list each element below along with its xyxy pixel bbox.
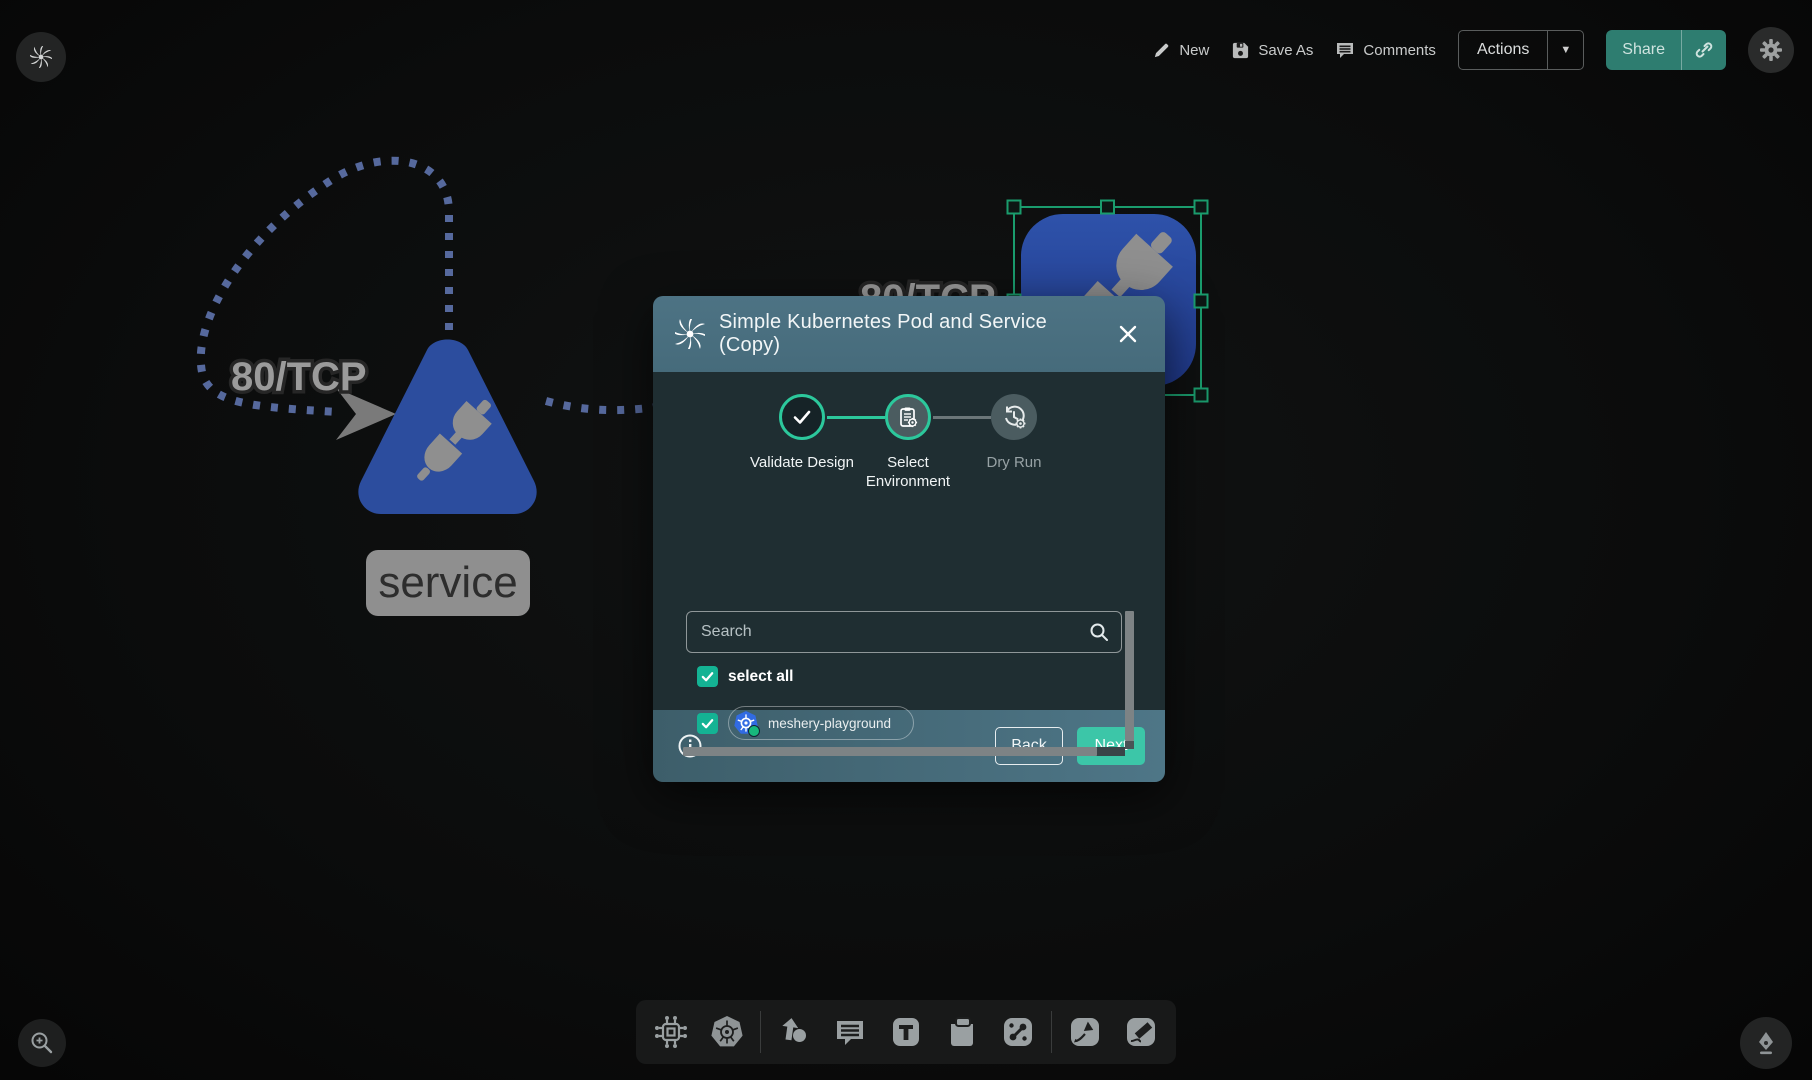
stepper: Validate Design Select Environment Dry R…	[653, 394, 1165, 524]
select-all-checkbox[interactable]	[697, 666, 718, 687]
pen-nib-icon	[1753, 1030, 1779, 1056]
step-connector-done	[827, 416, 885, 419]
vertical-scrollbar-track	[1125, 741, 1134, 749]
dock-divider	[1051, 1011, 1052, 1053]
history-gear-icon	[1001, 404, 1027, 430]
environment-search	[686, 611, 1122, 653]
text-icon	[888, 1014, 924, 1050]
dock-shapes-button[interactable]	[771, 1009, 817, 1055]
step-label-dry-run: Dry Run	[959, 454, 1069, 473]
dock-pen-button[interactable]	[1062, 1009, 1108, 1055]
kubernetes-icon	[708, 1013, 746, 1051]
share-link-button[interactable]	[1681, 30, 1726, 70]
step-dry-run[interactable]	[991, 394, 1037, 440]
comment-icon	[1335, 40, 1355, 60]
search-input[interactable]	[686, 611, 1122, 653]
zoom-in-icon	[29, 1030, 55, 1056]
comments-label: Comments	[1363, 42, 1436, 59]
kubernetes-avatar	[733, 710, 759, 736]
close-icon	[1117, 323, 1139, 345]
comment-icon	[832, 1014, 868, 1050]
search-icon	[1088, 621, 1110, 643]
shapes-icon	[776, 1014, 812, 1050]
caret-down-icon[interactable]: ▼	[1547, 31, 1583, 69]
search-icon-button[interactable]	[1088, 621, 1110, 648]
status-dot	[748, 725, 760, 737]
new-label: New	[1179, 42, 1209, 59]
port-label-left: 80/TCP	[231, 355, 367, 399]
pen-icon	[1067, 1014, 1103, 1050]
pencil-icon	[1152, 41, 1171, 60]
next-button[interactable]: Next	[1077, 727, 1145, 765]
dock-text-button[interactable]	[883, 1009, 929, 1055]
step-connector-pending	[933, 416, 991, 419]
sketch-icon	[1123, 1014, 1159, 1050]
image-icon	[944, 1014, 980, 1050]
gear-icon	[1759, 38, 1783, 62]
relationship-icon	[1000, 1014, 1036, 1050]
save-as-label: Save As	[1258, 42, 1313, 59]
service-node[interactable]	[358, 340, 536, 515]
checkmark-icon	[700, 716, 715, 731]
select-all-label: select all	[728, 668, 794, 686]
zoom-in-button[interactable]	[18, 1019, 66, 1067]
horizontal-scrollbar[interactable]	[683, 747, 1097, 756]
select-all-row: select all	[697, 666, 794, 687]
svg-text:service: service	[378, 558, 517, 607]
dock-sketch-button[interactable]	[1118, 1009, 1164, 1055]
new-button[interactable]: New	[1152, 41, 1209, 60]
back-button[interactable]: Back	[995, 727, 1063, 765]
settings-button[interactable]	[1748, 27, 1794, 73]
component-browser-icon	[653, 1014, 689, 1050]
step-label-validate-design: Validate Design	[747, 454, 857, 473]
environment-checkbox[interactable]	[697, 713, 718, 734]
actions-label: Actions	[1459, 31, 1547, 69]
modal-header: Simple Kubernetes Pod and Service (Copy)	[653, 296, 1165, 372]
dock-comment-button[interactable]	[827, 1009, 873, 1055]
top-toolbar: New Save As Comments Actions ▼ Share	[1152, 28, 1794, 72]
share-label: Share	[1606, 30, 1681, 70]
deploy-modal: Simple Kubernetes Pod and Service (Copy)	[653, 296, 1165, 782]
clipboard-gear-icon	[896, 405, 920, 429]
dock-kubernetes-button[interactable]	[704, 1009, 750, 1055]
close-button[interactable]	[1113, 319, 1143, 349]
dock-divider	[760, 1011, 761, 1053]
step-label-select-environment: Select Environment	[853, 454, 963, 492]
modal-body: Validate Design Select Environment Dry R…	[653, 372, 1165, 710]
environment-row: meshery-playground	[697, 706, 914, 740]
dock-image-button[interactable]	[939, 1009, 985, 1055]
horizontal-scrollbar-track	[683, 747, 1125, 756]
step-validate-design[interactable]	[779, 394, 825, 440]
vertical-scrollbar[interactable]	[1125, 611, 1134, 741]
step-select-environment[interactable]	[885, 394, 931, 440]
dock-relationship-button[interactable]	[995, 1009, 1041, 1055]
link-icon	[1694, 40, 1714, 60]
actions-button[interactable]: Actions ▼	[1458, 30, 1584, 70]
checkmark-icon	[700, 669, 715, 684]
meshery-logo-icon	[30, 46, 52, 68]
bottom-dock	[636, 1000, 1176, 1064]
share-button[interactable]: Share	[1606, 30, 1726, 70]
floppy-icon	[1231, 41, 1250, 60]
meshery-logo-button[interactable]	[16, 32, 66, 82]
modal-title: Simple Kubernetes Pod and Service (Copy)	[719, 311, 1099, 357]
save-as-button[interactable]: Save As	[1231, 41, 1313, 60]
design-mode-button[interactable]	[1740, 1017, 1792, 1069]
service-node-label[interactable]: service	[366, 550, 530, 616]
meshery-logo-icon	[675, 319, 705, 349]
check-icon	[790, 405, 814, 429]
dock-component-browser-button[interactable]	[648, 1009, 694, 1055]
environment-chip[interactable]: meshery-playground	[728, 706, 914, 740]
comments-button[interactable]: Comments	[1335, 40, 1436, 60]
environment-name: meshery-playground	[768, 716, 891, 731]
